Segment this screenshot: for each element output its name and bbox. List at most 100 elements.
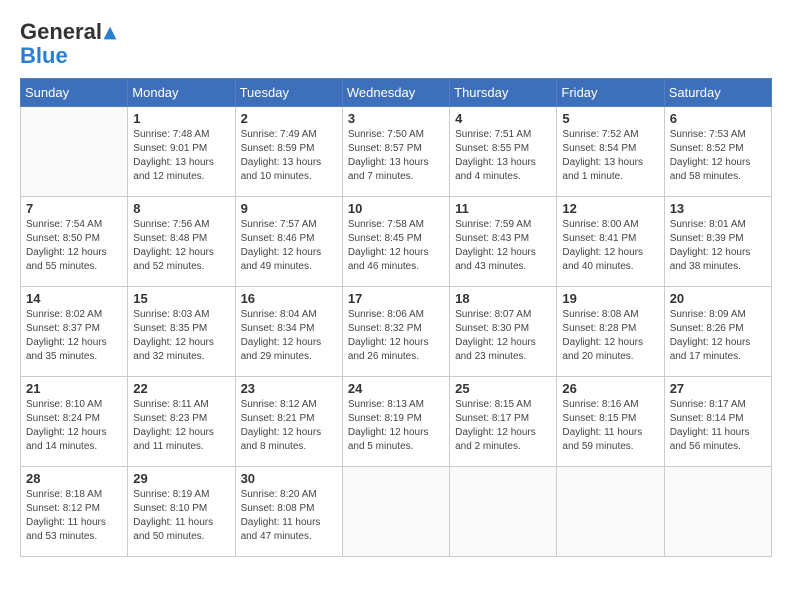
day-info: Sunrise: 8:06 AMSunset: 8:32 PMDaylight:… bbox=[348, 308, 444, 364]
logo: General Blue bbox=[20, 20, 118, 68]
day-info: Sunrise: 8:04 AMSunset: 8:34 PMDaylight:… bbox=[241, 308, 337, 364]
day-number: 15 bbox=[133, 291, 229, 306]
day-number: 7 bbox=[26, 201, 122, 216]
day-number: 3 bbox=[348, 111, 444, 126]
calendar-cell: 1 Sunrise: 7:48 AMSunset: 9:01 PMDaylight… bbox=[128, 107, 235, 197]
day-number: 12 bbox=[562, 201, 658, 216]
calendar-cell: 23 Sunrise: 8:12 AMSunset: 8:21 PMDayligh… bbox=[235, 377, 342, 467]
calendar-cell: 14 Sunrise: 8:02 AMSunset: 8:37 PMDayligh… bbox=[21, 287, 128, 377]
day-number: 4 bbox=[455, 111, 551, 126]
day-info: Sunrise: 8:13 AMSunset: 8:19 PMDaylight:… bbox=[348, 398, 444, 454]
calendar-cell: 19 Sunrise: 8:08 AMSunset: 8:28 PMDayligh… bbox=[557, 287, 664, 377]
day-info: Sunrise: 8:10 AMSunset: 8:24 PMDaylight:… bbox=[26, 398, 122, 454]
day-info: Sunrise: 7:54 AMSunset: 8:50 PMDaylight:… bbox=[26, 218, 122, 274]
day-number: 26 bbox=[562, 381, 658, 396]
calendar-cell: 11Sunrise: 7:59 AMSunset: 8:43 PMDayligh… bbox=[450, 197, 557, 287]
day-number: 27 bbox=[670, 381, 766, 396]
day-number: 28 bbox=[26, 471, 122, 486]
calendar-cell: 22 Sunrise: 8:11 AMSunset: 8:23 PMDayligh… bbox=[128, 377, 235, 467]
day-info: Sunrise: 7:50 AMSunset: 8:57 PMDaylight:… bbox=[348, 128, 444, 184]
calendar-cell: 4 Sunrise: 7:51 AMSunset: 8:55 PMDaylight… bbox=[450, 107, 557, 197]
calendar-cell: 26 Sunrise: 8:16 AMSunset: 8:15 PMDayligh… bbox=[557, 377, 664, 467]
calendar-cell: 13Sunrise: 8:01 AMSunset: 8:39 PMDayligh… bbox=[664, 197, 771, 287]
day-header-wednesday: Wednesday bbox=[342, 79, 449, 107]
day-info: Sunrise: 8:18 AMSunset: 8:12 PMDaylight:… bbox=[26, 488, 122, 544]
day-number: 14 bbox=[26, 291, 122, 306]
calendar-header-row: SundayMondayTuesdayWednesdayThursdayFrid… bbox=[21, 79, 772, 107]
day-number: 8 bbox=[133, 201, 229, 216]
day-info: Sunrise: 8:09 AMSunset: 8:26 PMDaylight:… bbox=[670, 308, 766, 364]
logo-text: General Blue bbox=[20, 20, 118, 68]
calendar-cell: 25 Sunrise: 8:15 AMSunset: 8:17 PMDayligh… bbox=[450, 377, 557, 467]
day-info: Sunrise: 7:49 AMSunset: 8:59 PMDaylight:… bbox=[241, 128, 337, 184]
day-info: Sunrise: 8:19 AMSunset: 8:10 PMDaylight:… bbox=[133, 488, 229, 544]
day-header-sunday: Sunday bbox=[21, 79, 128, 107]
calendar-cell bbox=[557, 467, 664, 557]
day-number: 6 bbox=[670, 111, 766, 126]
calendar-cell: 6 Sunrise: 7:53 AMSunset: 8:52 PMDaylight… bbox=[664, 107, 771, 197]
day-info: Sunrise: 8:15 AMSunset: 8:17 PMDaylight:… bbox=[455, 398, 551, 454]
day-number: 18 bbox=[455, 291, 551, 306]
calendar-cell: 5Sunrise: 7:52 AMSunset: 8:54 PMDaylight… bbox=[557, 107, 664, 197]
calendar-cell: 20 Sunrise: 8:09 AMSunset: 8:26 PMDayligh… bbox=[664, 287, 771, 377]
day-info: Sunrise: 7:51 AMSunset: 8:55 PMDaylight:… bbox=[455, 128, 551, 184]
calendar-cell: 24 Sunrise: 8:13 AMSunset: 8:19 PMDayligh… bbox=[342, 377, 449, 467]
calendar-cell: 7 Sunrise: 7:54 AMSunset: 8:50 PMDaylight… bbox=[21, 197, 128, 287]
day-number: 9 bbox=[241, 201, 337, 216]
day-number: 23 bbox=[241, 381, 337, 396]
day-number: 22 bbox=[133, 381, 229, 396]
calendar-cell: 15 Sunrise: 8:03 AMSunset: 8:35 PMDayligh… bbox=[128, 287, 235, 377]
calendar-cell: 10Sunrise: 7:58 AMSunset: 8:45 PMDayligh… bbox=[342, 197, 449, 287]
day-header-tuesday: Tuesday bbox=[235, 79, 342, 107]
calendar-cell: 2 Sunrise: 7:49 AMSunset: 8:59 PMDaylight… bbox=[235, 107, 342, 197]
day-info: Sunrise: 8:02 AMSunset: 8:37 PMDaylight:… bbox=[26, 308, 122, 364]
day-info: Sunrise: 8:08 AMSunset: 8:28 PMDaylight:… bbox=[562, 308, 658, 364]
day-number: 17 bbox=[348, 291, 444, 306]
calendar-cell: 9Sunrise: 7:57 AMSunset: 8:46 PMDaylight… bbox=[235, 197, 342, 287]
calendar-cell: 27 Sunrise: 8:17 AMSunset: 8:14 PMDayligh… bbox=[664, 377, 771, 467]
calendar-week-row: 7 Sunrise: 7:54 AMSunset: 8:50 PMDaylight… bbox=[21, 197, 772, 287]
calendar-cell: 18 Sunrise: 8:07 AMSunset: 8:30 PMDayligh… bbox=[450, 287, 557, 377]
day-number: 21 bbox=[26, 381, 122, 396]
day-number: 29 bbox=[133, 471, 229, 486]
calendar-table: SundayMondayTuesdayWednesdayThursdayFrid… bbox=[20, 78, 772, 557]
calendar-week-row: 1 Sunrise: 7:48 AMSunset: 9:01 PMDaylight… bbox=[21, 107, 772, 197]
day-header-thursday: Thursday bbox=[450, 79, 557, 107]
calendar-cell bbox=[342, 467, 449, 557]
day-info: Sunrise: 8:12 AMSunset: 8:21 PMDaylight:… bbox=[241, 398, 337, 454]
day-header-monday: Monday bbox=[128, 79, 235, 107]
day-number: 19 bbox=[562, 291, 658, 306]
calendar-cell: 8 Sunrise: 7:56 AMSunset: 8:48 PMDaylight… bbox=[128, 197, 235, 287]
calendar-cell: 17 Sunrise: 8:06 AMSunset: 8:32 PMDayligh… bbox=[342, 287, 449, 377]
day-info: Sunrise: 7:56 AMSunset: 8:48 PMDaylight:… bbox=[133, 218, 229, 274]
day-info: Sunrise: 8:20 AMSunset: 8:08 PMDaylight:… bbox=[241, 488, 337, 544]
calendar-cell: 29 Sunrise: 8:19 AMSunset: 8:10 PMDayligh… bbox=[128, 467, 235, 557]
day-info: Sunrise: 8:11 AMSunset: 8:23 PMDaylight:… bbox=[133, 398, 229, 454]
day-number: 25 bbox=[455, 381, 551, 396]
calendar-week-row: 21 Sunrise: 8:10 AMSunset: 8:24 PMDayligh… bbox=[21, 377, 772, 467]
day-info: Sunrise: 7:53 AMSunset: 8:52 PMDaylight:… bbox=[670, 128, 766, 184]
calendar-cell: 3 Sunrise: 7:50 AMSunset: 8:57 PMDaylight… bbox=[342, 107, 449, 197]
day-info: Sunrise: 8:17 AMSunset: 8:14 PMDaylight:… bbox=[670, 398, 766, 454]
day-number: 1 bbox=[133, 111, 229, 126]
page-header: General Blue bbox=[20, 20, 772, 68]
day-header-saturday: Saturday bbox=[664, 79, 771, 107]
calendar-week-row: 14 Sunrise: 8:02 AMSunset: 8:37 PMDayligh… bbox=[21, 287, 772, 377]
day-number: 13 bbox=[670, 201, 766, 216]
calendar-week-row: 28 Sunrise: 8:18 AMSunset: 8:12 PMDayligh… bbox=[21, 467, 772, 557]
day-info: Sunrise: 8:00 AMSunset: 8:41 PMDaylight:… bbox=[562, 218, 658, 274]
day-info: Sunrise: 7:48 AMSunset: 9:01 PMDaylight:… bbox=[133, 128, 229, 184]
day-info: Sunrise: 8:03 AMSunset: 8:35 PMDaylight:… bbox=[133, 308, 229, 364]
calendar-cell bbox=[664, 467, 771, 557]
day-info: Sunrise: 8:07 AMSunset: 8:30 PMDaylight:… bbox=[455, 308, 551, 364]
day-info: Sunrise: 8:16 AMSunset: 8:15 PMDaylight:… bbox=[562, 398, 658, 454]
calendar-cell: 12 Sunrise: 8:00 AMSunset: 8:41 PMDayligh… bbox=[557, 197, 664, 287]
day-header-friday: Friday bbox=[557, 79, 664, 107]
day-info: Sunrise: 7:52 AMSunset: 8:54 PMDaylight:… bbox=[562, 128, 658, 184]
day-number: 20 bbox=[670, 291, 766, 306]
calendar-cell: 28 Sunrise: 8:18 AMSunset: 8:12 PMDayligh… bbox=[21, 467, 128, 557]
day-number: 24 bbox=[348, 381, 444, 396]
day-number: 2 bbox=[241, 111, 337, 126]
calendar-cell bbox=[21, 107, 128, 197]
day-number: 30 bbox=[241, 471, 337, 486]
